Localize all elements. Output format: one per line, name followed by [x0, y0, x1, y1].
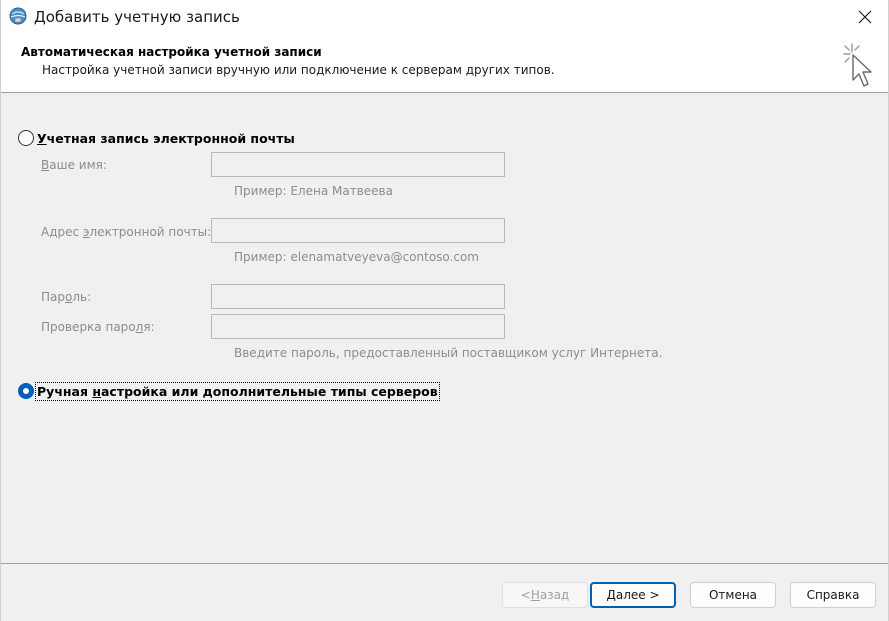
add-account-dialog: Добавить учетную запись Автоматическая н… — [0, 0, 889, 621]
manual-setup-option[interactable]: Ручная настройка или дополнительные типы… — [18, 381, 440, 401]
help-button[interactable]: Справка — [790, 582, 876, 608]
name-input[interactable] — [211, 152, 505, 177]
email-label: Адрес электронной почты: — [41, 225, 212, 239]
wizard-cursor-icon — [843, 43, 872, 87]
email-account-radio[interactable] — [18, 130, 34, 146]
password-hint: Введите пароль, предоставленный поставщи… — [234, 346, 663, 360]
email-input[interactable] — [211, 218, 505, 243]
manual-setup-label: Ручная настройка или дополнительные типы… — [35, 381, 440, 401]
outlook-account-icon — [9, 7, 27, 25]
wizard-header: Автоматическая настройка учетной записи … — [1, 34, 888, 93]
close-button[interactable] — [842, 0, 888, 34]
name-label: Ваше имя: — [41, 158, 107, 172]
email-account-label: Учетная запись электронной почты — [37, 130, 295, 146]
close-icon — [858, 10, 872, 24]
header-subtitle: Настройка учетной записи вручную или под… — [42, 63, 555, 77]
cancel-button[interactable]: Отмена — [690, 582, 776, 608]
footer-separator — [1, 563, 888, 564]
password-confirm-label: Проверка пароля: — [41, 320, 155, 334]
password-confirm-input[interactable] — [211, 314, 505, 339]
back-button[interactable]: < Назад — [502, 582, 588, 608]
name-hint: Пример: Елена Матвеева — [234, 184, 393, 198]
password-input[interactable] — [211, 284, 505, 309]
title-bar: Добавить учетную запись — [1, 0, 888, 34]
email-hint: Пример: elenamatveyeva@contoso.com — [234, 250, 479, 264]
window-title: Добавить учетную запись — [34, 8, 240, 26]
next-button[interactable]: Далее > — [590, 582, 676, 608]
password-label: Пароль: — [41, 290, 92, 304]
manual-setup-radio[interactable] — [18, 383, 34, 399]
header-title: Автоматическая настройка учетной записи — [21, 45, 322, 59]
email-account-option[interactable]: Учетная запись электронной почты — [18, 130, 295, 146]
